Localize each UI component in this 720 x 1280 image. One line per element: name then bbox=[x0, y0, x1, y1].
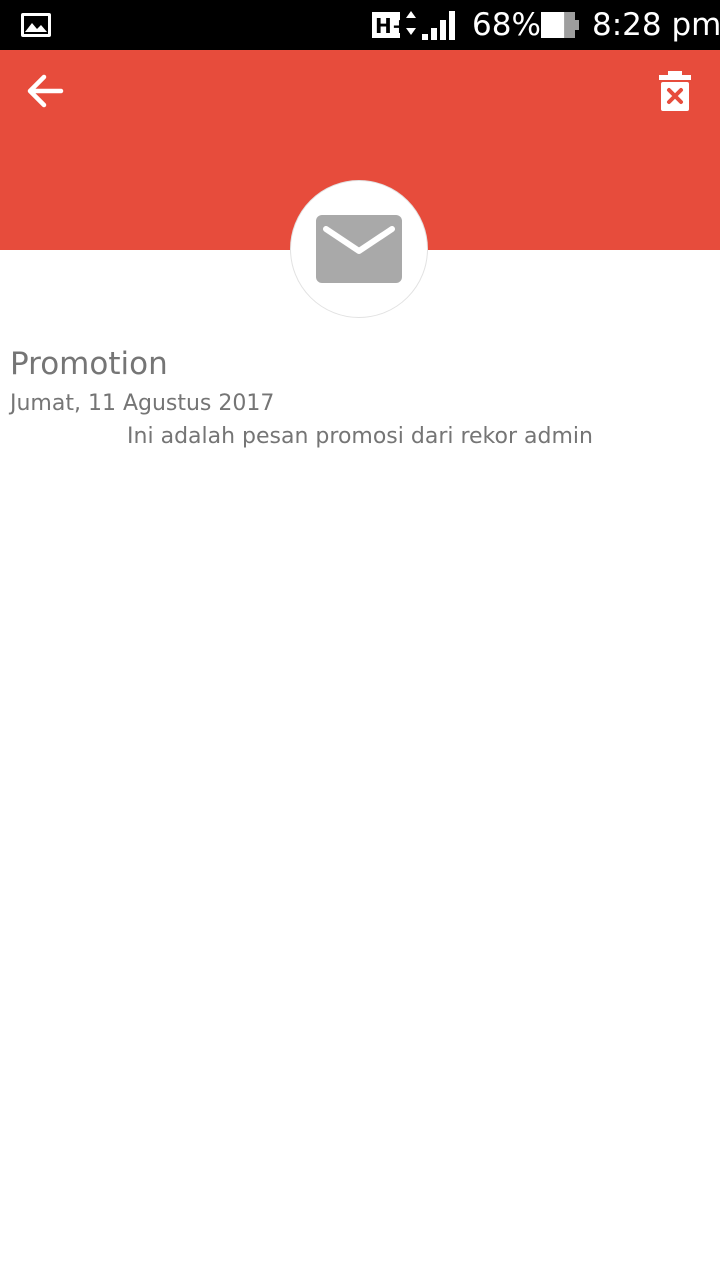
network-type-label: H+ bbox=[375, 14, 409, 38]
envelope-icon bbox=[316, 215, 402, 283]
delete-button[interactable] bbox=[648, 64, 702, 118]
message-date: Jumat, 11 Agustus 2017 bbox=[10, 391, 275, 416]
arrow-left-icon bbox=[27, 74, 64, 108]
message-avatar bbox=[290, 180, 428, 318]
gallery-icon bbox=[21, 13, 51, 37]
back-button[interactable] bbox=[18, 66, 72, 116]
clock: 8:28 pm bbox=[592, 7, 720, 43]
signal-icon: H+ bbox=[372, 11, 455, 40]
message-content: Promotion Jumat, 11 Agustus 2017 Ini ada… bbox=[10, 340, 710, 454]
battery-icon bbox=[541, 12, 579, 38]
trash-x-icon bbox=[659, 71, 691, 111]
message-title: Promotion bbox=[10, 346, 168, 382]
battery-percent: 68% bbox=[472, 7, 541, 43]
message-body: Ini adalah pesan promosi dari rekor admi… bbox=[127, 424, 593, 449]
status-bar: H+ 68% 8:28 pm bbox=[0, 0, 720, 50]
